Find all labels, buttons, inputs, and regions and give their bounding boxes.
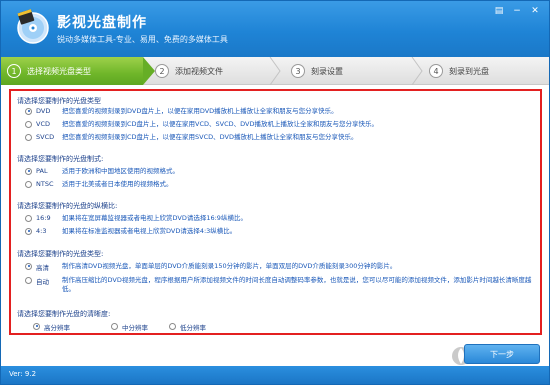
option-name: DVD	[36, 107, 51, 115]
option-desc: 把您喜爱的视频刻录到CD盘片上，以便在家用SVCD、DVD播放机上播放让全家和朋…	[62, 133, 358, 141]
resolution-section: 请选择您要制作光盘的清晰度:	[17, 309, 110, 319]
option-name: NTSC	[36, 180, 54, 188]
section-title: 请选择您要制作的光盘类型	[17, 97, 101, 105]
step-label: 刻录设置	[311, 66, 343, 76]
step-number: 2	[155, 64, 169, 78]
option-low-res[interactable]: 低分辨率	[169, 322, 206, 332]
radio-vcd[interactable]	[25, 120, 32, 128]
radio-hd[interactable]	[25, 262, 32, 270]
option-name: 低分辨率	[180, 324, 206, 332]
disc-type-section: 请选择您要制作的光盘类型	[17, 96, 101, 106]
app-window: 影视光盘制作 锐动多媒体工具-专业、易用、免费的多媒体工具 ▤ − ✕ 1 选择…	[0, 0, 550, 385]
option-desc: 把您喜爱的视频刻录到CD盘片上，以便在家用VCD、SVCD、DVD播放机上播放让…	[62, 120, 378, 128]
option-name: 16:9	[36, 214, 51, 222]
section-title: 请选择您要制作的光盘的纵横比:	[17, 202, 118, 210]
options-panel: 请选择您要制作的光盘类型 DVD 把您喜爱的视频刻录到DVD盘片上，以便在家用D…	[9, 89, 542, 335]
menu-icon[interactable]: ▤	[491, 4, 507, 18]
radio-high-res[interactable]	[33, 322, 40, 330]
option-desc: 制作高压缩比的DVD视频光盘，程序根据用户所添加视频文件的时间长度自动调整码率参…	[62, 276, 532, 293]
window-controls: ▤ − ✕	[491, 4, 543, 18]
option-name: 自动	[36, 278, 49, 286]
step-number: 1	[7, 64, 21, 78]
wizard-steps: 1 选择视频光盘类型 2 添加视频文件 3 刻录设置 4 刻录到光盘	[1, 57, 549, 85]
option-desc: 适用于欧洲和中国地区使用的视频格式。	[62, 167, 179, 175]
close-icon[interactable]: ✕	[527, 4, 543, 18]
step-number: 3	[291, 64, 305, 78]
option-name: VCD	[36, 120, 50, 128]
option-desc: 把您喜爱的视频刻录到DVD盘片上，以便在家用DVD播放机上播放让全家和朋友与您分…	[62, 107, 338, 115]
step-label: 选择视频光盘类型	[27, 66, 91, 76]
title-bar: 影视光盘制作 锐动多媒体工具-专业、易用、免费的多媒体工具 ▤ − ✕	[1, 1, 549, 57]
option-pal[interactable]: PAL 适用于欧洲和中国地区使用的视频格式。	[25, 167, 530, 176]
option-desc: 如果将在宽屏幕监视器或者电视上欣赏DVD请选择16:9纵横比。	[62, 214, 247, 222]
step-label: 添加视频文件	[175, 66, 223, 76]
minimize-icon[interactable]: −	[509, 4, 525, 18]
option-hd[interactable]: 高清 制作高清DVD视频光盘，单面单层的DVD介质能刻录150分钟的影片，单面双…	[25, 262, 535, 272]
step-number: 4	[429, 64, 443, 78]
option-desc: 如果将在标准监视器或者电视上欣赏DVD请选择4:3纵横比。	[62, 227, 237, 235]
app-subtitle: 锐动多媒体工具-专业、易用、免费的多媒体工具	[57, 35, 228, 44]
option-mid-res[interactable]: 中分辨率	[111, 322, 148, 332]
radio-svcd[interactable]	[25, 133, 32, 141]
option-name: 高分辨率	[44, 324, 70, 332]
disc-logo-icon	[17, 9, 49, 44]
option-name: SVCD	[36, 133, 55, 141]
radio-low-res[interactable]	[169, 322, 176, 330]
option-desc: 制作高清DVD视频光盘，单面单层的DVD介质能刻录150分钟的影片，单面双层的D…	[62, 262, 397, 270]
option-auto[interactable]: 自动 制作高压缩比的DVD视频光盘，程序根据用户所添加视频文件的时间长度自动调整…	[25, 276, 535, 294]
radio-ntsc[interactable]	[25, 180, 32, 188]
option-16-9[interactable]: 16:9 如果将在宽屏幕监视器或者电视上欣赏DVD请选择16:9纵横比。	[25, 214, 530, 223]
option-ntsc[interactable]: NTSC 适用于北美或者日本使用的视频格式。	[25, 180, 530, 189]
option-name: 高清	[36, 264, 49, 272]
radio-16-9[interactable]	[25, 214, 32, 222]
option-name: 4:3	[36, 227, 47, 235]
radio-dvd[interactable]	[25, 107, 32, 115]
step-burn-settings[interactable]: 3 刻录设置	[291, 57, 343, 85]
section-title: 请选择您要制作光盘的清晰度:	[17, 310, 111, 318]
option-name: PAL	[36, 167, 48, 175]
option-name: 中分辨率	[122, 324, 148, 332]
status-bar: Ver: 9.2	[1, 366, 549, 384]
radio-auto[interactable]	[25, 276, 32, 284]
radio-mid-res[interactable]	[111, 322, 118, 330]
step-label: 刻录到光盘	[449, 66, 489, 76]
aspect-section: 请选择您要制作的光盘的纵横比:	[17, 201, 117, 211]
option-dvd[interactable]: DVD 把您喜爱的视频刻录到DVD盘片上，以便在家用DVD播放机上播放让全家和朋…	[25, 107, 530, 116]
quality-type-section: 请选择您要制作的光盘类型:	[17, 249, 103, 259]
radio-pal[interactable]	[25, 167, 32, 175]
option-svcd[interactable]: SVCD 把您喜爱的视频刻录到CD盘片上，以便在家用SVCD、DVD播放机上播放…	[25, 133, 530, 142]
app-title: 影视光盘制作	[57, 15, 147, 31]
section-title: 请选择您要制作的光盘制式:	[17, 155, 104, 163]
option-vcd[interactable]: VCD 把您喜爱的视频刻录到CD盘片上，以便在家用VCD、SVCD、DVD播放机…	[25, 120, 530, 129]
step-separator	[269, 57, 281, 85]
option-4-3[interactable]: 4:3 如果将在标准监视器或者电视上欣赏DVD请选择4:3纵横比。	[25, 227, 530, 236]
step-burn-to-disc[interactable]: 4 刻录到光盘	[429, 57, 489, 85]
step-select-disc-type[interactable]: 1 选择视频光盘类型	[1, 57, 155, 85]
option-desc: 适用于北美或者日本使用的视频格式。	[62, 180, 173, 188]
tv-system-section: 请选择您要制作的光盘制式:	[17, 154, 103, 164]
option-high-res[interactable]: 高分辨率	[33, 322, 70, 332]
step-separator	[411, 57, 423, 85]
section-title: 请选择您要制作的光盘类型:	[17, 250, 104, 258]
radio-4-3[interactable]	[25, 227, 32, 235]
step-add-video[interactable]: 2 添加视频文件	[155, 57, 223, 85]
version-label: Ver: 9.2	[9, 370, 37, 378]
next-button[interactable]: 下一步	[464, 344, 540, 364]
